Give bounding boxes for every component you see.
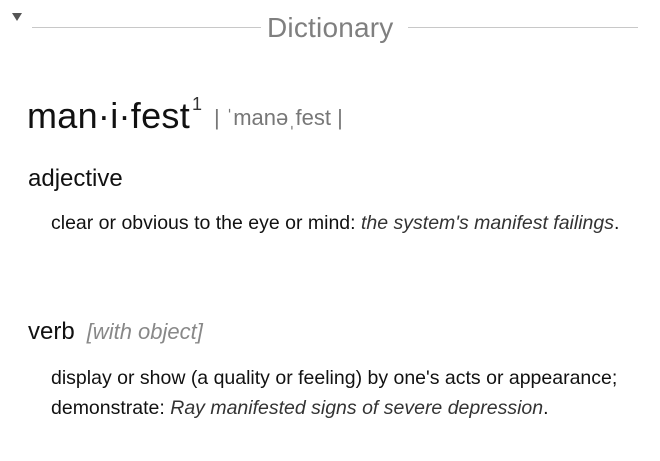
header-rule-right [408, 27, 638, 28]
headword: man·i·fest [27, 95, 191, 136]
definition-adjective: clear or obvious to the eye or mind: the… [51, 208, 626, 238]
section-header: Dictionary [0, 0, 660, 56]
example-sentence: Ray manifested signs of severe depressio… [170, 397, 544, 419]
homograph-number: 1 [192, 94, 203, 114]
grammar-note: [with object] [86, 319, 203, 344]
header-rule-left [32, 27, 261, 28]
section-title: Dictionary [267, 12, 394, 43]
definition-verb: display or show (a quality or feeling) b… [51, 363, 626, 423]
pos-label: verb [28, 318, 75, 345]
part-of-speech-verb: verb [with object] [28, 318, 203, 346]
disclosure-triangle-icon[interactable] [12, 13, 22, 21]
definition-text: clear or obvious to the eye or mind: [51, 212, 361, 234]
headword-row: man·i·fest 1 | ˈmanəˌfest | [27, 94, 343, 137]
dictionary-panel: Dictionary man·i·fest 1 | ˈmanəˌfest | adj… [0, 0, 660, 461]
definition-end: . [614, 212, 620, 234]
definition-end: . [543, 397, 549, 419]
example-sentence: the system's manifest failings [361, 212, 614, 234]
pos-label: adjective [28, 165, 123, 192]
pronunciation: | ˈmanəˌfest | [214, 105, 343, 130]
part-of-speech-adjective: adjective [28, 165, 123, 193]
